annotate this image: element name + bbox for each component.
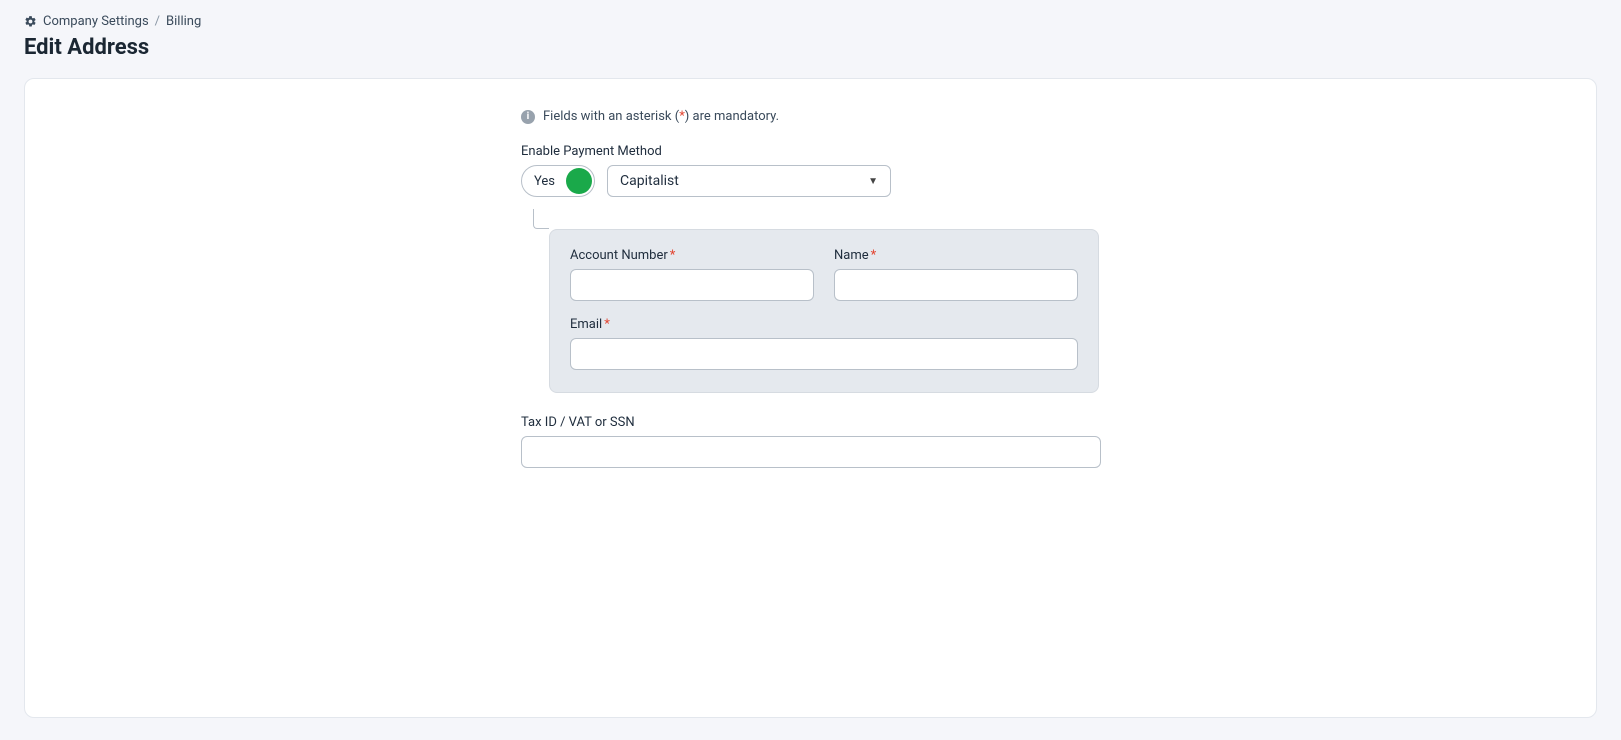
enable-payment-toggle[interactable]: Yes [521, 165, 595, 197]
tax-id-input[interactable] [521, 436, 1101, 468]
breadcrumb-root-link[interactable]: Company Settings [43, 14, 149, 29]
enable-payment-method-label: Enable Payment Method [521, 144, 1101, 159]
name-label-text: Name [834, 248, 869, 263]
account-number-input[interactable] [570, 269, 814, 301]
payment-provider-selected: Capitalist [620, 173, 679, 189]
account-number-field: Account Number* [570, 248, 814, 301]
email-label: Email* [570, 317, 1078, 332]
payment-method-controls: Yes Capitalist ▼ [521, 165, 1101, 197]
mandatory-notice-text: Fields with an asterisk (*) are mandator… [543, 109, 779, 124]
name-field: Name* [834, 248, 1078, 301]
content-card: i Fields with an asterisk (*) are mandat… [24, 78, 1597, 718]
payment-details-panel: Account Number* Name* Email* [549, 229, 1099, 393]
tax-id-field: Tax ID / VAT or SSN [521, 415, 1101, 468]
page-title: Edit Address [24, 35, 1597, 60]
form-wrap: i Fields with an asterisk (*) are mandat… [521, 109, 1101, 468]
gear-icon [24, 15, 37, 28]
notice-prefix: Fields with an asterisk ( [543, 109, 679, 124]
required-mark: * [871, 248, 877, 263]
page-header: Company Settings / Billing Edit Address [0, 0, 1621, 70]
breadcrumb-current-link[interactable]: Billing [166, 14, 201, 29]
info-icon: i [521, 110, 535, 124]
caret-down-icon: ▼ [868, 176, 878, 187]
name-label: Name* [834, 248, 1078, 263]
name-input[interactable] [834, 269, 1078, 301]
toggle-state-label: Yes [534, 174, 555, 189]
mandatory-notice: i Fields with an asterisk (*) are mandat… [521, 109, 1101, 124]
connector [533, 211, 1101, 229]
required-mark: * [604, 317, 610, 332]
required-mark: * [670, 248, 676, 263]
account-number-label-text: Account Number [570, 248, 668, 263]
tax-id-label: Tax ID / VAT or SSN [521, 415, 1101, 430]
email-field: Email* [570, 317, 1078, 370]
email-label-text: Email [570, 317, 602, 332]
account-number-label: Account Number* [570, 248, 814, 263]
email-input[interactable] [570, 338, 1078, 370]
breadcrumb-separator: / [155, 14, 160, 29]
toggle-knob [566, 168, 592, 194]
notice-suffix: ) are mandatory. [685, 109, 779, 124]
payment-provider-select[interactable]: Capitalist ▼ [607, 165, 891, 197]
breadcrumb: Company Settings / Billing [24, 14, 1597, 29]
